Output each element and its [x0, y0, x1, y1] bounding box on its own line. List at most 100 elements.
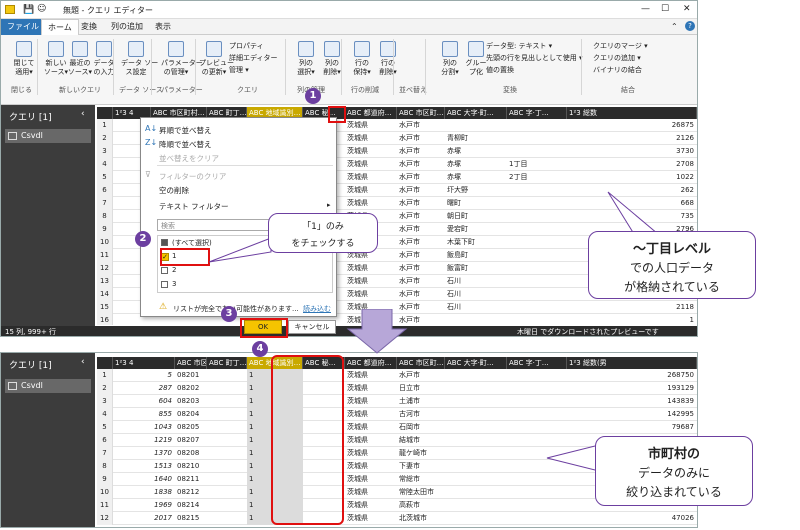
table-cell: 08210: [177, 462, 200, 470]
column-header-3[interactable]: ABC 町丁…: [207, 357, 247, 369]
table-cell: 287: [158, 384, 172, 392]
table-cell: 9: [97, 223, 113, 236]
table-cell: [445, 486, 507, 499]
table-cell: [445, 395, 507, 408]
tab-home[interactable]: ホーム: [41, 19, 79, 35]
table-cell: [207, 382, 247, 395]
ribbon-separator: [425, 39, 426, 95]
column-header-7[interactable]: ABC 市区町…: [397, 107, 445, 119]
table-row[interactable]: 2 287 08202 1 茨城県 日立市 193129: [97, 382, 697, 395]
ribbon-group-8: 変換: [503, 86, 517, 94]
column-header-7[interactable]: ABC 市区町…: [397, 357, 445, 369]
help-icon[interactable]: ?: [685, 21, 695, 31]
ribbon-small-button-2[interactable]: 管理 ▾: [229, 65, 249, 75]
tab-file[interactable]: ファイル: [1, 19, 45, 35]
table-row[interactable]: 12 2017 08215 1 茨城県 北茨城市 47026: [97, 512, 697, 525]
column-header-6[interactable]: ABC 都道府…: [345, 107, 397, 119]
ribbon-button-8[interactable]: 列の 削除▾: [317, 41, 347, 77]
menu-sort-desc[interactable]: 降順で並べ替え: [159, 139, 212, 150]
load-more-link[interactable]: 読み込む: [303, 304, 331, 314]
column-header-1[interactable]: 1²3 4: [113, 357, 175, 369]
table-cell: 1022: [676, 173, 694, 181]
collapse-pane-icon[interactable]: ‹: [81, 357, 85, 367]
ribbon-small-button-6[interactable]: クエリのマージ ▾: [593, 41, 648, 51]
select-all-checkbox[interactable]: [161, 239, 168, 246]
minimize-icon[interactable]: —: [641, 4, 650, 14]
table-cell: 茨城県: [347, 501, 368, 509]
table-row[interactable]: 5 1043 08205 1 茨城県 石岡市 79687: [97, 421, 697, 434]
ribbon-small-button-7[interactable]: クエリの追加 ▾: [593, 53, 641, 63]
save-icon[interactable]: 💾: [23, 5, 34, 15]
cancel-button[interactable]: キャンセル: [288, 320, 336, 334]
maximize-icon[interactable]: ☐: [661, 4, 669, 14]
column-header-10[interactable]: 1²3 総数(男: [567, 357, 697, 369]
ribbon-small-button-5[interactable]: 値の置換: [486, 65, 514, 75]
ribbon-button-10[interactable]: 行の 削除▾: [373, 41, 403, 77]
collapse-ribbon-icon[interactable]: ⌃: [671, 22, 678, 31]
table-cell: [207, 421, 247, 434]
table-cell: 8: [97, 210, 113, 223]
column-header-0[interactable]: [97, 107, 113, 119]
query-item-csvdl-bottom[interactable]: Csvdl: [5, 379, 91, 393]
table-cell: 水戸市: [399, 134, 420, 142]
column-header-0[interactable]: [97, 357, 113, 369]
column-header-6[interactable]: ABC 都道府…: [345, 357, 397, 369]
ribbon-small-button-0[interactable]: プロパティ: [229, 41, 264, 51]
ribbon-small-button-4[interactable]: 先頭の行を見出しとして使用 ▾: [486, 53, 583, 63]
filter-clear-icon: ⊽: [145, 170, 151, 179]
close-icon[interactable]: ✕: [683, 4, 691, 14]
ribbon-small-button-1[interactable]: 詳細エディター: [229, 53, 278, 63]
ribbon-button-0[interactable]: 閉じて 適用▾: [9, 41, 39, 77]
table-cell: 水戸市: [399, 186, 420, 194]
column-header-9[interactable]: ABC 字·丁…: [507, 357, 567, 369]
tab-transform[interactable]: 変換: [75, 19, 103, 35]
table-cell: [207, 473, 247, 486]
column-header-8[interactable]: ABC 大字·町…: [445, 357, 507, 369]
table-row[interactable]: 1 5 08201 1 茨城県 水戸市 268750: [97, 369, 697, 382]
ribbon-button-icon: [48, 41, 64, 57]
table-cell: [507, 223, 567, 236]
table-cell: [445, 119, 507, 132]
table-cell: 79687: [671, 423, 694, 431]
ribbon-button-6[interactable]: プレビュー の更新▾: [199, 41, 234, 77]
smile-icon[interactable]: ☺: [37, 4, 46, 14]
menu-sort-asc[interactable]: 昇順で並べ替え: [159, 125, 212, 136]
ribbon-button-5[interactable]: パラメーター の管理▾: [161, 41, 203, 77]
table-cell: [445, 314, 507, 325]
table-cell: [507, 262, 567, 275]
callout-check-one: 「1」のみ をチェックする: [268, 213, 378, 253]
ribbon-small-button-8[interactable]: バイナリの結合: [593, 65, 642, 75]
table-row[interactable]: 3 604 08203 1 茨城県 土浦市 143839: [97, 395, 697, 408]
query-item-csvdl[interactable]: Csvdl: [5, 129, 91, 143]
column-header-2[interactable]: ABC 市区町村…: [175, 357, 207, 369]
table-cell: 茨城県: [347, 488, 368, 496]
tab-view[interactable]: 表示: [149, 19, 177, 35]
ribbon-button-icon: [324, 41, 340, 57]
collapse-pane-icon[interactable]: ‹: [81, 109, 85, 119]
option-2-checkbox[interactable]: [161, 267, 168, 274]
table-cell: 2708: [676, 160, 694, 168]
menu-text-filter[interactable]: テキスト フィルター: [159, 201, 229, 212]
table-cell: 9: [97, 473, 113, 486]
ribbon-small-button-3[interactable]: データ型: テキスト ▾: [486, 41, 552, 51]
table-cell: 193129: [667, 384, 694, 392]
table-row[interactable]: 4 855 08204 1 茨城県 古河市 142995: [97, 408, 697, 421]
tab-add-column[interactable]: 列の追加: [105, 19, 149, 35]
table-cell: 1丁目: [509, 160, 528, 168]
table-cell: 08205: [177, 423, 200, 431]
query-item-label: Csvdl: [21, 381, 43, 390]
column-header-8[interactable]: ABC 大字·町…: [445, 107, 507, 119]
option-3-checkbox[interactable]: [161, 281, 168, 288]
table-cell: 高萩市: [399, 501, 420, 509]
ribbon-button-4[interactable]: データ ソー ス設定: [121, 41, 158, 77]
ribbon-button-3[interactable]: データ の入力: [89, 41, 119, 77]
table-cell: 茨城県: [347, 514, 368, 522]
table-cell: [445, 434, 507, 447]
table-cell: 08201: [177, 371, 200, 379]
submenu-arrow-icon: ▸: [327, 201, 331, 209]
column-header-10[interactable]: 1²3 総数: [567, 107, 697, 119]
table-cell: 土浦市: [399, 397, 420, 405]
column-header-9[interactable]: ABC 字·丁…: [507, 107, 567, 119]
table-cell: 08207: [177, 436, 200, 444]
menu-remove-empty[interactable]: 空の削除: [159, 185, 189, 196]
